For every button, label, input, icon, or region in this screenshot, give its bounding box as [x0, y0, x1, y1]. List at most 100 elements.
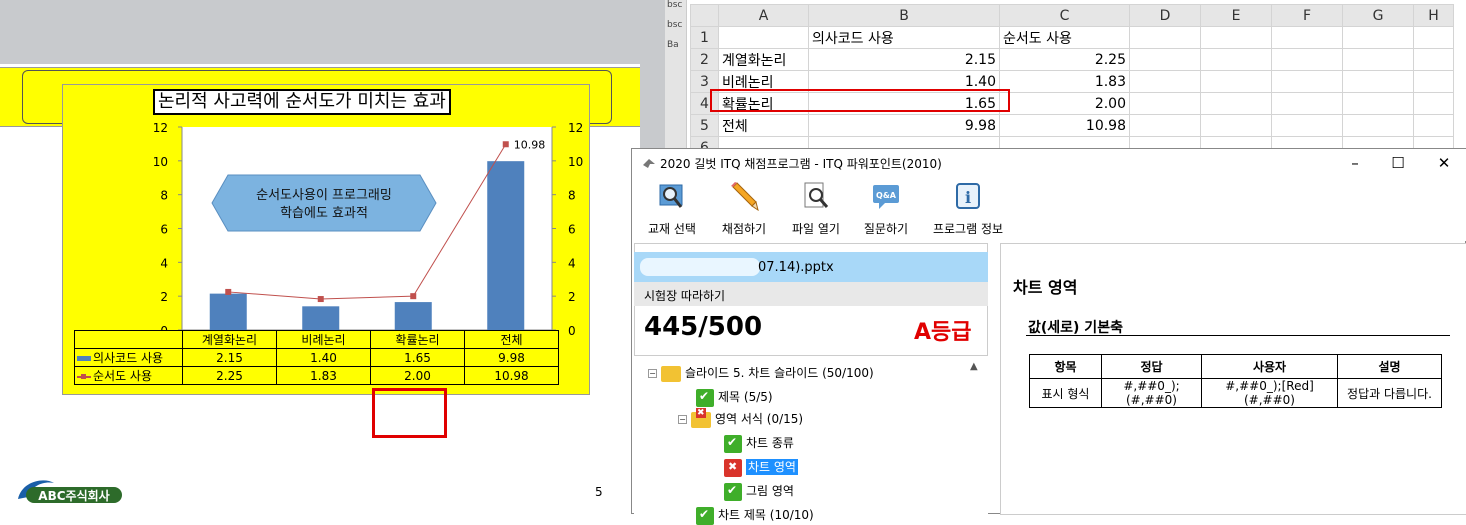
sheet-cell[interactable]: 순서도 사용 [999, 26, 1130, 49]
sheet-cell[interactable]: 10.98 [999, 114, 1130, 137]
sheet-cell[interactable] [1271, 92, 1343, 115]
column-header[interactable]: F [1271, 4, 1343, 27]
column-header[interactable]: B [808, 4, 1000, 27]
callout-line2: 학습에도 효과적 [280, 206, 368, 221]
sheet-cell[interactable] [1271, 26, 1343, 49]
toolbar-label: 교재 선택 [648, 222, 696, 236]
company-logo: ABC주식회사 [18, 480, 122, 503]
column-header[interactable]: A [718, 4, 809, 27]
sheet-cell[interactable]: 2.15 [808, 48, 1000, 71]
magnifier-book-icon [659, 184, 683, 208]
sheet-cell[interactable] [1129, 26, 1201, 49]
grade-button[interactable]: 채점하기 [718, 181, 770, 237]
sheet-cell[interactable] [1413, 48, 1454, 71]
toolbar-label: 프로그램 정보 [932, 222, 1004, 236]
y2-tick-label: 2 [568, 290, 576, 304]
sheet-cell[interactable] [1200, 92, 1272, 115]
spreadsheet-grid[interactable]: A B C D E F G H 1 의사코드 사용 순서도 사용 2 계열화논리… [690, 4, 1454, 159]
tree-node-plot-area[interactable]: 그림 영역 [724, 482, 794, 501]
sheet-cell[interactable] [1342, 70, 1414, 93]
sheet-cell[interactable]: 의사코드 사용 [808, 26, 1000, 49]
select-textbook-button[interactable]: 교재 선택 [646, 181, 698, 237]
file-header[interactable]: 07.14).pptx [634, 252, 988, 282]
column-header[interactable]: H [1413, 4, 1454, 27]
score-value: 445/500 [644, 312, 763, 342]
sheet-cell[interactable] [1200, 26, 1272, 49]
sheet-cell[interactable] [1200, 114, 1272, 137]
tree-node-area-format[interactable]: − 영역 서식 (0/15) [678, 407, 803, 428]
data-label: 10.98 [514, 138, 546, 151]
row-header[interactable]: 1 [690, 26, 719, 49]
y2-tick-label: 12 [568, 121, 583, 135]
sheet-cell[interactable] [1413, 92, 1454, 115]
open-file-button[interactable]: 파일 열기 [788, 181, 844, 237]
program-info-button[interactable]: i 프로그램 정보 [930, 181, 1006, 237]
file-search-icon [804, 182, 829, 208]
table-cell: 2.25 [182, 366, 277, 385]
y-tick-label: 2 [160, 290, 168, 304]
bar [394, 302, 432, 330]
sheet-cell[interactable] [1129, 70, 1201, 93]
sheet-cell[interactable]: 1.83 [999, 70, 1130, 93]
column-header-row: A B C D E F G H [690, 4, 1454, 27]
sheet-cell[interactable] [1200, 70, 1272, 93]
sheet-cell[interactable] [1129, 48, 1201, 71]
result-tree[interactable]: − 슬라이드 5. 차트 슬라이드 (50/100) 제목 (5/5) − 영역 서… [634, 355, 988, 525]
sheet-cell[interactable] [1342, 48, 1414, 71]
chart-data-table: 계열화논리 비례논리 확률논리 전체 의사코드 사용 2.15 1.40 1.6… [74, 330, 559, 385]
sheet-cell[interactable]: 전체 [718, 114, 809, 137]
pencil-icon [731, 182, 759, 212]
table-cell: 1.83 [276, 366, 371, 385]
sheet-cell[interactable]: 계열화논리 [718, 48, 809, 71]
sheet-cell[interactable] [1413, 114, 1454, 137]
sheet-cell[interactable] [718, 26, 809, 49]
toolbar-label: 질문하기 [863, 222, 909, 236]
column-header[interactable]: E [1200, 4, 1272, 27]
y2-tick-label: 10 [568, 155, 583, 169]
redacted-file-prefix [640, 258, 760, 276]
sheet-cell[interactable] [1271, 114, 1343, 137]
sheet-cell[interactable] [1200, 48, 1272, 71]
maximize-button[interactable]: ☐ [1378, 151, 1418, 175]
collapse-toggle[interactable]: − [678, 415, 687, 424]
tree-node-title[interactable]: 제목 (5/5) [696, 388, 773, 407]
sheet-cell[interactable]: 2.00 [999, 92, 1130, 115]
minimize-button[interactable]: – [1335, 151, 1375, 175]
sheet-cell[interactable] [1342, 92, 1414, 115]
title-bar[interactable]: 2020 길벗 ITQ 채점프로그램 - ITQ 파워포인트(2010) – ☐… [632, 149, 1466, 177]
tree-node-slide5[interactable]: − 슬라이드 5. 차트 슬라이드 (50/100) [648, 364, 874, 382]
sheet-cell[interactable] [1129, 114, 1201, 137]
tree-node-chart-area[interactable]: 차트 영역 [724, 458, 798, 477]
column-header[interactable]: D [1129, 4, 1201, 27]
sheet-cell[interactable] [1129, 92, 1201, 115]
sheet-cell[interactable] [1413, 26, 1454, 49]
row-header[interactable]: 5 [690, 114, 719, 137]
select-all-corner[interactable] [690, 4, 719, 27]
column-header[interactable]: C [999, 4, 1130, 27]
strip-text: bsc [667, 20, 683, 30]
sheet-cell[interactable] [1342, 114, 1414, 137]
bar [302, 306, 340, 330]
ask-question-button[interactable]: Q&A 질문하기 [858, 181, 914, 237]
sheet-cell[interactable] [1271, 48, 1343, 71]
collapse-toggle[interactable]: − [648, 369, 657, 378]
close-button[interactable]: ✕ [1424, 151, 1464, 175]
sheet-cell[interactable] [1342, 26, 1414, 49]
sheet-row: 2 계열화논리 2.15 2.25 [690, 48, 1454, 71]
sheet-cell[interactable] [1271, 70, 1343, 93]
tree-node-chart-title[interactable]: 차트 제목 (10/10) [696, 506, 814, 525]
sheet-cell[interactable]: 2.25 [999, 48, 1130, 71]
y2-tick-label: 8 [568, 189, 576, 203]
y2-tick-label: 6 [568, 223, 576, 237]
table-header: 정답 [1101, 354, 1202, 379]
tree-node-chart-type[interactable]: 차트 종류 [724, 434, 794, 453]
column-header[interactable]: G [1342, 4, 1414, 27]
slide-number: 5 [595, 485, 603, 499]
sheet-cell[interactable]: 9.98 [808, 114, 1000, 137]
sheet-cell[interactable] [1413, 70, 1454, 93]
table-cell: 2.15 [182, 348, 277, 367]
scroll-up-arrow-icon[interactable]: ▲ [970, 361, 978, 372]
row-header[interactable]: 2 [690, 48, 719, 71]
table-cell: 정답과 다릅니다. [1337, 378, 1442, 408]
mode-bar: 시험장 따라하기 [634, 282, 988, 306]
